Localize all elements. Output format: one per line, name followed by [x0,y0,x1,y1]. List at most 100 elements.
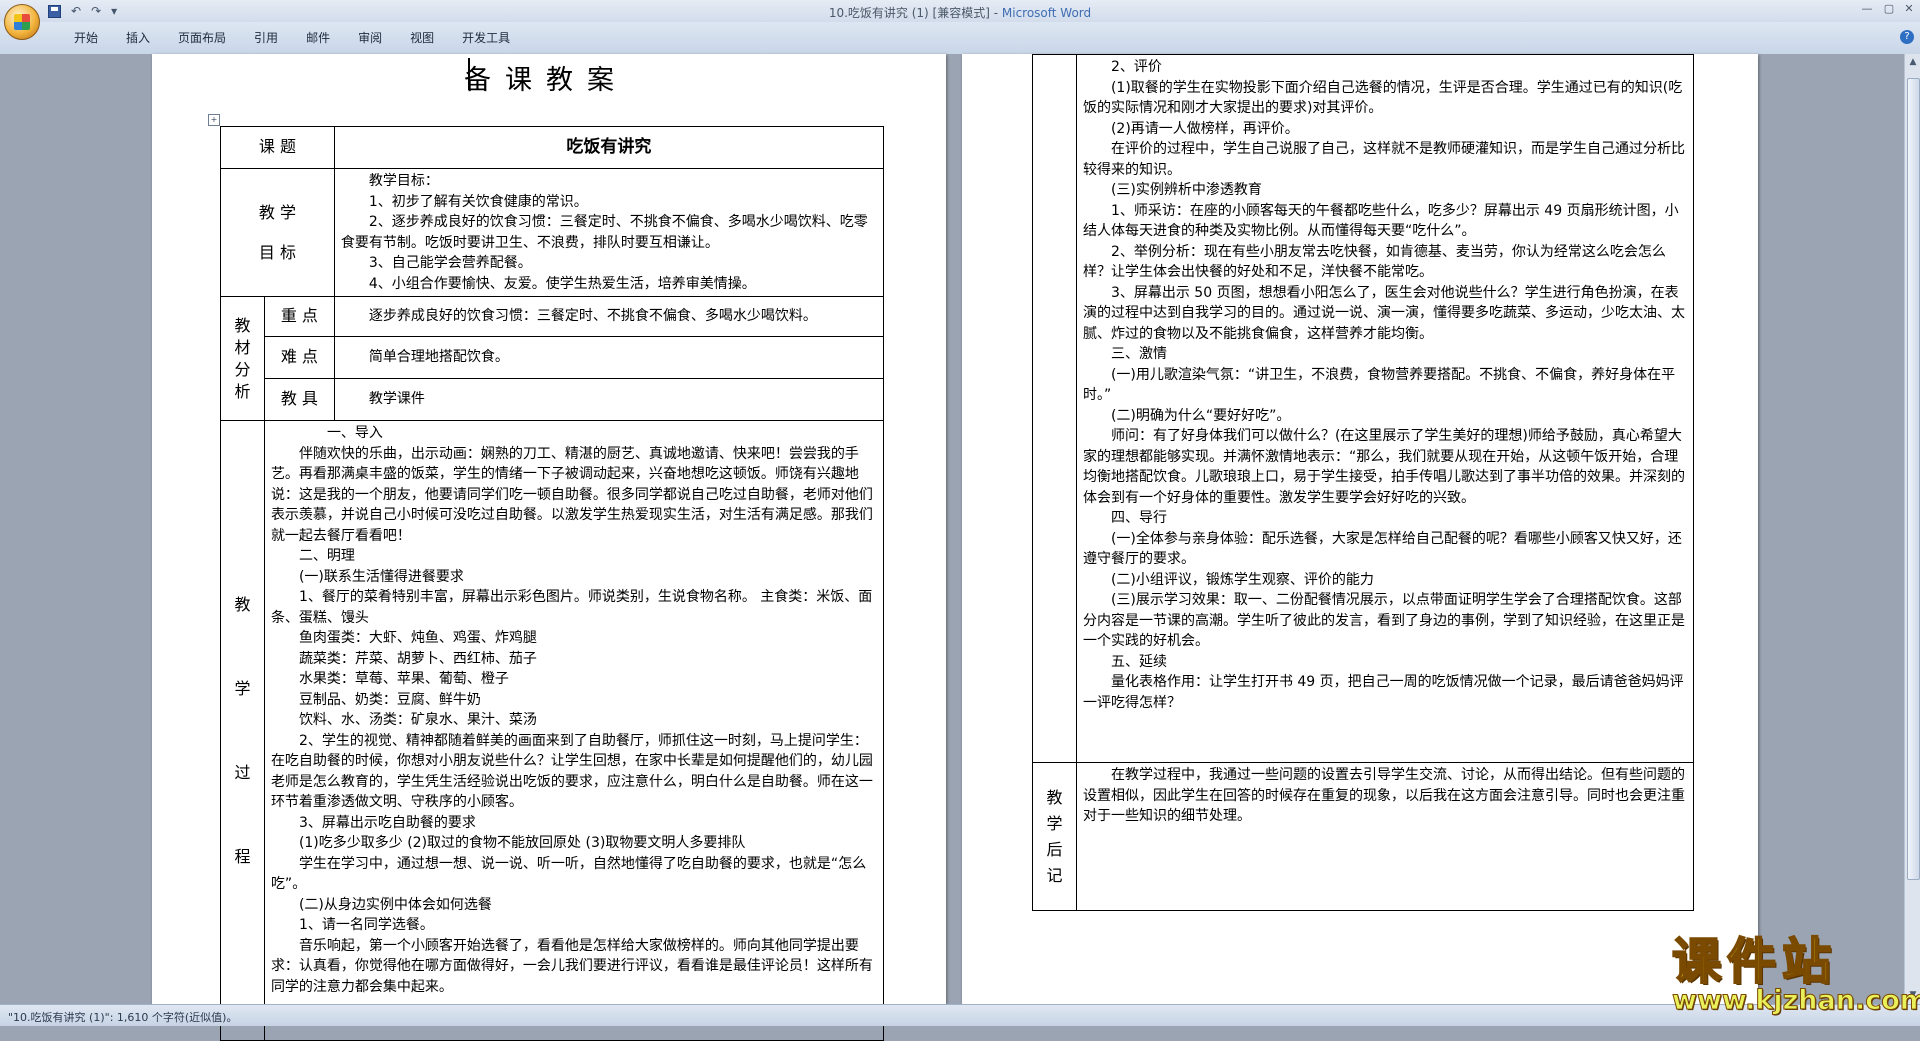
close-button[interactable]: ✕ [1900,2,1918,16]
difficulty-text: 简单合理地搭配饮食。 [368,349,509,366]
process-paragraph: (1)取餐的学生在实物投影下面介绍自己选餐的情况，生评是否合理。学生通过已有的知… [1082,79,1683,117]
lesson-label: 课 题 [258,136,296,156]
document-title: 10.吃饭有讲究 (1) [兼容模式] - [828,6,1002,20]
process-paragraph: (一)全体参与亲身体验：配乐选餐，大家是怎样给自己配餐的呢？看哪些小顾客又快又好… [1082,530,1682,568]
maximize-button[interactable]: ▢ [1880,2,1898,16]
process-paragraph: (二)从身边实例中体会如何选餐 [298,896,492,913]
process-paragraph: 豆制品、奶类：豆腐、鲜牛奶 [298,691,481,708]
goals-cell: 教学目标： 1、初步了解有关饮食健康的常识。 2、逐步养成良好的饮食习惯：三餐定… [333,168,885,297]
process-paragraph: (一)联系生活懂得进餐要求 [298,568,464,585]
process-paragraph: 音乐响起，第一个小顾客开始选餐了，看看他是怎样给大家做榜样的。师向其他同学提出要… [270,937,873,995]
process-paragraph: 1、师采访：在座的小顾客每天的午餐都吃些什么，吃多少？屏幕出示 49 页扇形统计… [1082,202,1679,240]
process-paragraph: 学生在学习中，通过想一想、说一说、听一听，自然地懂得了吃自助餐的要求，也就是“怎… [270,855,867,893]
table-move-handle-icon[interactable]: + [208,114,220,126]
process-paragraph: 2、评价 [1110,59,1162,75]
reflection-label-char: 学 [1046,813,1063,833]
title-bar: ↶ ↷ ▾ 10.吃饭有讲究 (1) [兼容模式] - Microsoft Wo… [0,0,1920,22]
process-label-char: 学 [234,678,251,698]
tools-text: 教学课件 [368,391,425,408]
tab-view[interactable]: 视图 [396,30,448,46]
process-text-page-2: 2、评价 (1)取餐的学生在实物投影下面介绍自己选餐的情况，生评是否合理。学生通过… [1083,57,1687,713]
tab-insert[interactable]: 插入 [112,30,164,46]
process-label-char: 过 [234,762,251,782]
analysis-label-char: 材 [234,337,251,357]
goals-line: 2、逐步养成良好的饮食习惯：三餐定时、不挑食不偏食、多喝水少喝饮料、吃零食要有节… [340,214,868,251]
process-paragraph: 2、举例分析：现在有些小朋友常去吃快餐，如肯德基、麦当劳，你认为经常这么吃会怎么… [1082,243,1666,281]
process-paragraph: 水果类：草莓、苹果、葡萄、橙子 [298,671,509,687]
process-paragraph: (二)明确为什么“要好好吃”。 [1110,407,1291,424]
process-paragraph: 量化表格作用：让学生打开书 49 页，把自己一周的吃饭情况做一个记录，最后请爸爸… [1082,674,1684,711]
reflection-label-char: 后 [1046,839,1063,859]
lesson-title: 吃饭有讲究 [566,136,652,157]
process-paragraph: 2、学生的视觉、精神都随着鲜美的画面来到了自助餐厅，师抓住这一时刻，马上提问学生… [270,732,873,811]
process-paragraph: 1、请一名同学选餐。 [298,917,434,933]
lesson-plan-table-continued: 2、评价 (1)取餐的学生在实物投影下面介绍自己选餐的情况，生评是否合理。学生通过… [1032,54,1695,911]
key-label-cell: 重 点 [263,296,335,337]
page-2: 2、评价 (1)取餐的学生在实物投影下面介绍自己选餐的情况，生评是否合理。学生通过… [962,54,1758,1004]
process-label-cell-continued [1032,54,1077,763]
reflection-cell: 在教学过程中，我通过一些问题的设置去引导学生交流、讨论，从而得出结论。但有些问题… [1075,762,1695,911]
key-label: 重 点 [280,306,318,326]
office-logo-icon [14,14,30,30]
process-paragraph: (2)再请一人做榜样，再评价。 [1110,120,1299,137]
window-title: 10.吃饭有讲究 (1) [兼容模式] - Microsoft Word [0,4,1920,21]
goals-line: 教学目标： [368,173,439,189]
tab-review[interactable]: 审阅 [344,30,396,46]
document-heading: 备课教案 [464,65,628,96]
difficulty-cell: 简单合理地搭配饮食。 [333,336,885,379]
analysis-label-char: 教 [234,315,251,335]
tools-label-cell: 教 具 [263,378,335,421]
vertical-scrollbar[interactable]: ▲ ▼ [1904,54,1920,1004]
tab-home[interactable]: 开始 [60,30,112,46]
key-cell: 逐步养成良好的饮食习惯：三餐定时、不挑食不偏食、多喝水少喝饮料。 [333,296,885,337]
process-paragraph: 四、导行 [1110,510,1167,526]
status-word-count: "10.吃饭有讲究 (1)": 1,610 个字符(近似值)。 [8,1011,238,1024]
process-label-char: 教 [234,594,251,614]
scroll-up-icon[interactable]: ▲ [1907,56,1919,68]
process-paragraph: (1)吃多少取多少 (2)取过的食物不能放回原处 (3)取物要文明人多要排队 [298,835,746,851]
reflection-text: 在教学过程中，我通过一些问题的设置去引导学生交流、讨论，从而得出结论。但有些问题… [1082,767,1685,824]
process-paragraph: (二)小组评议，锻炼学生观察、评价的能力 [1110,571,1374,588]
process-paragraph: 伴随欢快的乐曲，出示动画：娴熟的刀工、精湛的厨艺、真诚地邀请、快来吧！尝尝我的手… [270,445,873,544]
process-paragraph: 鱼肉蛋类：大虾、炖鱼、鸡蛋、炸鸡腿 [298,630,537,646]
process-text-page-1: 一、导入伴随欢快的乐曲，出示动画：娴熟的刀工、精湛的厨艺、真诚地邀请、快来吧！尝… [271,423,877,997]
help-icon[interactable]: ? [1900,30,1914,44]
reflection-label-char: 记 [1046,865,1063,885]
scrollbar-thumb[interactable] [1907,78,1920,880]
key-text: 逐步养成良好的饮食习惯：三餐定时、不挑食不偏食、多喝水少喝饮料。 [368,308,817,325]
tab-references[interactable]: 引用 [240,30,292,46]
goals-line: 3、自己能学会营养配餐。 [368,255,532,271]
app-name: Microsoft Word [1001,6,1092,20]
watermark-logo-text: 课件站 [1671,932,1838,991]
difficulty-label: 难 点 [280,347,318,367]
office-button[interactable] [4,4,40,40]
process-paragraph: 蔬菜类：芹菜、胡萝卜、西红柿、茄子 [298,650,537,667]
lesson-title-cell: 吃饭有讲究 [333,126,885,169]
status-bar: "10.吃饭有讲究 (1)": 1,610 个字符(近似值)。 [0,1004,1920,1026]
process-paragraph: 3、屏幕出示 50 页图，想想看小阳怎么了，医生会对他说些什么？学生进行角色扮演… [1082,284,1685,342]
page-1: 备课教案 + 课 题 吃饭有讲究 教 学 目 标 教学目标： 1、初步了解有关饮… [152,54,946,1041]
ribbon-tabs: 开始 插入 页面布局 引用 邮件 审阅 视图 开发工具 [60,30,524,46]
process-paragraph: (三)展示学习效果：取一、二份配餐情况展示，以点带面证明学生学会了合理搭配饮食。… [1082,592,1685,649]
process-paragraph: (一)用儿歌渲染气氛：“讲卫生，不浪费，食物营养要搭配。不挑食、不偏食，养好身体… [1082,366,1676,404]
watermark-url: www.kjzhan.com [1672,985,1920,1017]
process-cell-page-1: 一、导入伴随欢快的乐曲，出示动画：娴熟的刀工、精湛的厨艺、真诚地邀请、快来吧！尝… [263,420,885,1041]
goals-line: 1、初步了解有关饮食健康的常识。 [368,193,588,210]
tab-mailings[interactable]: 邮件 [292,30,344,46]
reflection-label-cell: 教 学 后 记 [1032,762,1077,911]
goals-line: 4、小组合作要愉快、友爱。使学生热爱生活，培养审美情操。 [368,275,756,292]
process-paragraph: 3、屏幕出示吃自助餐的要求 [298,814,476,831]
process-paragraph: 1、餐厅的菜肴特别丰富，屏幕出示彩色图片。师说类别，生说食物名称。 主食类：米饭… [270,589,873,626]
reflection-label-char: 教 [1046,787,1063,807]
analysis-label-char: 分 [234,359,251,379]
goals-label-line-1: 教 学 [258,202,296,222]
minimize-button[interactable]: — [1858,2,1876,16]
tab-page-layout[interactable]: 页面布局 [164,30,240,46]
lesson-label-cell: 课 题 [220,126,335,169]
analysis-label-char: 析 [234,381,251,401]
tools-cell: 教学课件 [333,378,885,421]
process-label-cell: 教 学 过 程 [220,420,265,1041]
goals-label-cell: 教 学 目 标 [220,168,335,297]
tab-developer[interactable]: 开发工具 [448,30,524,46]
process-paragraph: 一、导入 [326,425,383,441]
